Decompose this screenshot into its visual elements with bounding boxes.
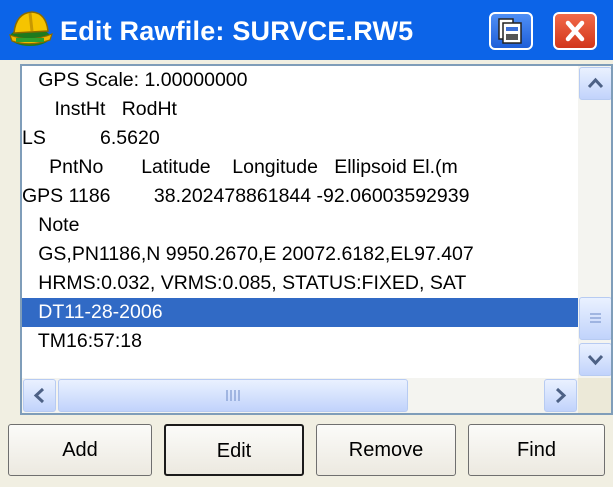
remove-button[interactable]: Remove: [316, 424, 456, 476]
scroll-up-button[interactable]: [579, 67, 611, 100]
rawfile-listbox[interactable]: GPS Scale: 1.00000000 InstHt RodHt LS 6.…: [20, 64, 613, 415]
window-title: Edit Rawfile: SURVCE.RW5: [60, 16, 414, 46]
chevron-right-icon: [555, 387, 567, 404]
scroll-down-button[interactable]: [579, 343, 611, 376]
scroll-right-button[interactable]: [544, 379, 577, 412]
scrollbar-corner: [578, 378, 611, 413]
list-item[interactable]: Note: [22, 211, 79, 240]
add-button[interactable]: Add: [8, 424, 152, 476]
close-button[interactable]: [553, 12, 597, 50]
rawfile-lines: GPS Scale: 1.00000000 InstHt RodHt LS 6.…: [22, 66, 578, 376]
vertical-scrollbar[interactable]: [578, 66, 611, 378]
find-button[interactable]: Find: [468, 424, 605, 476]
vertical-scroll-thumb[interactable]: [579, 297, 611, 340]
list-item[interactable]: HRMS:0.032, VRMS:0.085, STATUS:FIXED, SA…: [22, 269, 466, 298]
save-document-icon: [498, 18, 522, 44]
title-bar: Edit Rawfile: SURVCE.RW5: [0, 0, 613, 60]
horizontal-scroll-thumb[interactable]: [58, 379, 408, 412]
list-item[interactable]: TM16:57:18: [22, 327, 142, 356]
list-item[interactable]: LS 6.5620: [22, 124, 160, 153]
chevron-up-icon: [587, 77, 604, 89]
hardhat-app-icon: [6, 7, 54, 53]
horizontal-scrollbar[interactable]: [22, 378, 578, 413]
list-item[interactable]: GS,PN1186,N 9950.2670,E 20072.6182,EL97.…: [22, 240, 474, 269]
scroll-left-button[interactable]: [23, 379, 56, 412]
list-item[interactable]: InstHt RodHt: [22, 95, 177, 124]
edit-button[interactable]: Edit: [164, 424, 304, 476]
list-item[interactable]: GPS Scale: 1.00000000: [22, 66, 247, 95]
list-item[interactable]: PntNo Latitude Longitude Ellipsoid El.(m: [22, 153, 458, 182]
close-x-icon: [565, 20, 585, 42]
chevron-down-icon: [587, 354, 604, 366]
button-bar: Add Edit Remove Find: [0, 420, 613, 487]
chevron-left-icon: [33, 387, 45, 404]
list-item[interactable]: GPS 1186 38.202478861844 -92.06003592939: [22, 182, 469, 211]
selected-list-item[interactable]: DT11-28-2006: [22, 298, 578, 327]
save-button[interactable]: [489, 12, 533, 50]
